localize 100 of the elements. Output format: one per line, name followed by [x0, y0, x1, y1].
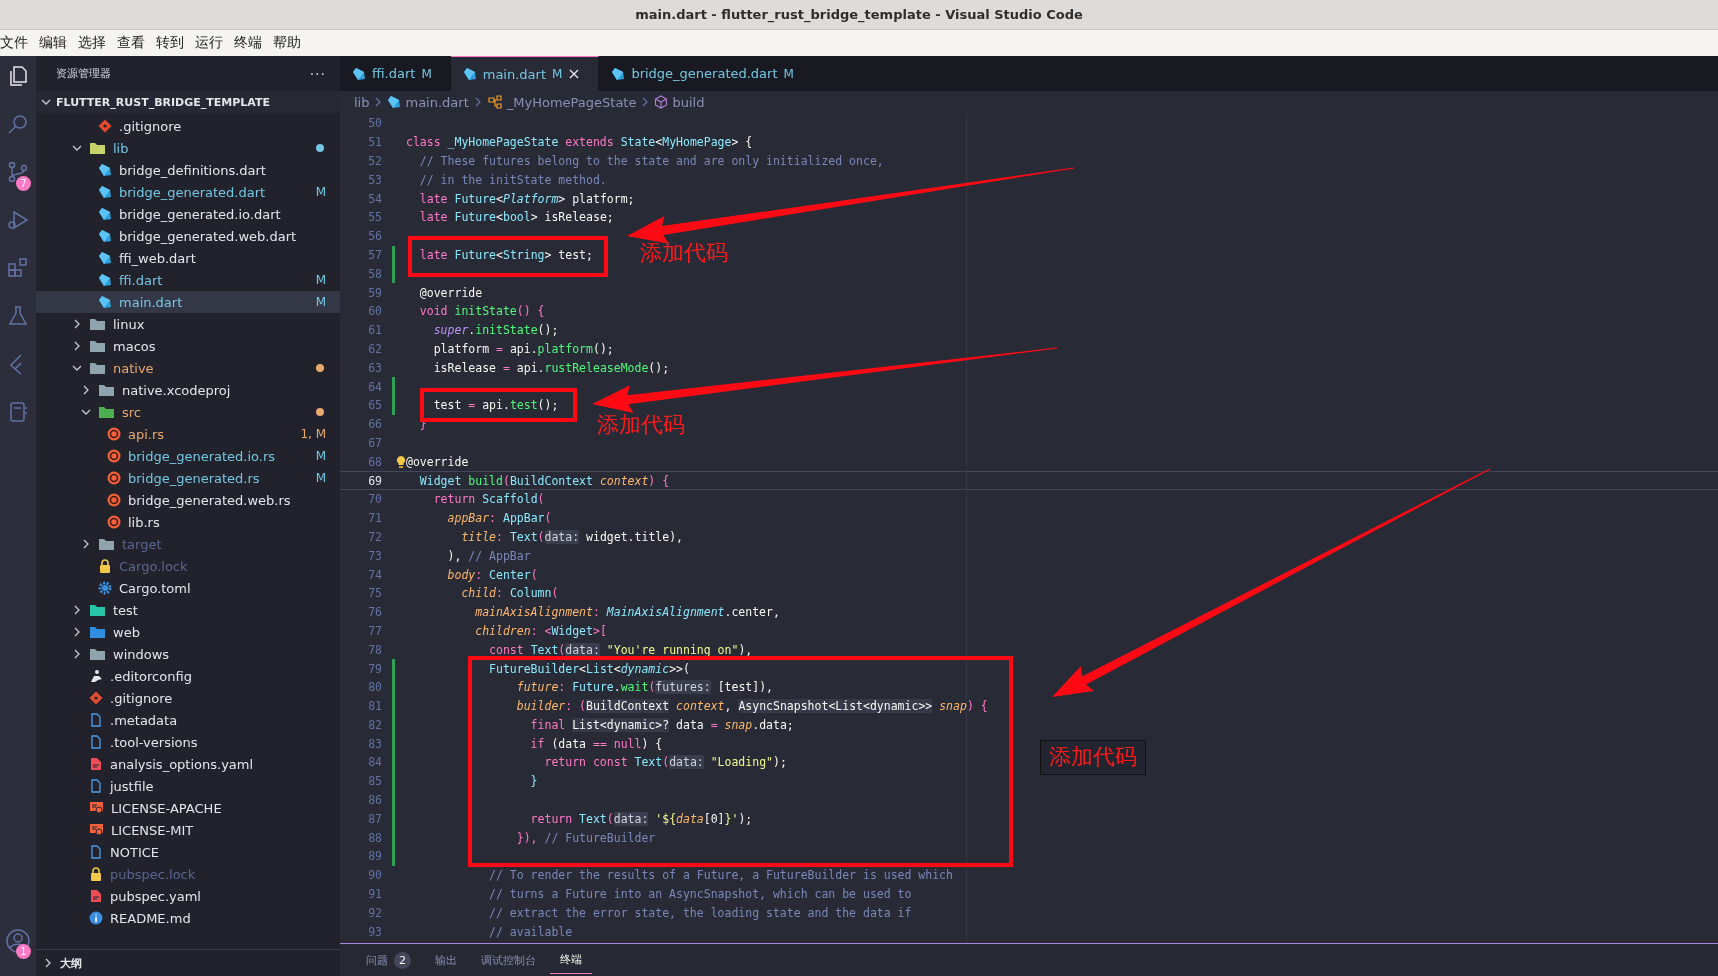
outline-section-header[interactable]: 大纲 [36, 949, 340, 976]
line-number: 83 [367, 736, 382, 751]
code-line: isRelease = api.rustReleaseMode(); [432, 360, 670, 375]
line-number: 53 [367, 172, 382, 187]
tree-item[interactable]: Cargo.toml [36, 577, 340, 599]
breadcrumb-item[interactable]: main.dart [387, 94, 469, 110]
folder-icon [89, 361, 106, 375]
tree-item[interactable]: test [36, 599, 340, 621]
tree-item[interactable]: NOTICE [36, 841, 340, 863]
menu-item[interactable]: 转到 [156, 34, 191, 52]
certificate-icon [89, 801, 104, 815]
file-icon [387, 95, 402, 109]
tree-item[interactable]: lib [36, 137, 340, 159]
config-icon [89, 669, 103, 683]
panel-tab[interactable]: 问题 2 [356, 945, 421, 975]
menu-item[interactable]: 文件 [0, 34, 35, 52]
tree-item[interactable]: .gitignore [36, 687, 340, 709]
line-number: 93 [367, 924, 382, 939]
tree-item[interactable]: bridge_generated.io.rs M [36, 445, 340, 467]
breadcrumb-item[interactable]: _MyHomePageState [486, 94, 637, 110]
folder-icon [89, 647, 106, 661]
folder-icon [89, 141, 106, 155]
line-number: 64 [367, 379, 382, 394]
file-icon [98, 251, 112, 265]
tree-item[interactable]: macos [36, 335, 340, 357]
document-icon [89, 779, 103, 793]
more-button[interactable]: ··· [309, 65, 326, 82]
tree-item[interactable]: analysis_options.yaml [36, 753, 340, 775]
breadcrumb-item[interactable]: lib [354, 94, 370, 110]
tree-item[interactable]: src [36, 401, 340, 423]
tree-item[interactable]: bridge_generated.rs M [36, 467, 340, 489]
tree-item[interactable]: web [36, 621, 340, 643]
folder-icon [98, 383, 115, 397]
editor-tab[interactable]: ffi.dart M [340, 56, 451, 91]
tree-item[interactable]: linux [36, 313, 340, 335]
editor-tab[interactable]: main.dart M [450, 56, 600, 91]
tree-item[interactable]: pubspec.yaml [36, 885, 340, 907]
breadcrumb-item[interactable]: build [654, 94, 705, 110]
code-line: appBar: AppBar( [446, 511, 552, 526]
panel-tab[interactable]: 终端 [550, 946, 592, 974]
tree-item[interactable]: .editorconfig [36, 665, 340, 687]
tree-item[interactable]: native.xcodeproj [36, 379, 340, 401]
menu-item[interactable]: 编辑 [39, 34, 74, 52]
tree-item[interactable]: .tool-versions [36, 731, 340, 753]
line-number: 67 [367, 435, 382, 450]
file-icon [462, 67, 477, 81]
line-number: 58 [367, 266, 382, 281]
search-icon[interactable] [6, 112, 30, 136]
tree-item[interactable]: LICENSE-APACHE [36, 797, 340, 819]
line-number: 54 [367, 191, 382, 206]
code-line: // turns a Future into an AsyncSnapshot, which can be used to [488, 887, 912, 902]
line-number: 70 [367, 492, 382, 507]
tree-item[interactable]: windows [36, 643, 340, 665]
line-number: 80 [367, 680, 382, 695]
flask-icon[interactable] [6, 304, 30, 328]
tree-item[interactable]: ffi.dart M [36, 269, 340, 291]
tree-item[interactable]: api.rs 1, M [36, 423, 340, 445]
diamond-icon [89, 691, 103, 705]
code-line: test = api.test(); [432, 398, 559, 413]
menu-item[interactable]: 终端 [234, 34, 269, 52]
tree-item[interactable]: native [36, 357, 340, 379]
editor-tab[interactable]: bridge_generated.dart M [599, 56, 813, 91]
tree-item[interactable]: bridge_generated.web.rs [36, 489, 340, 511]
menu-item[interactable]: 选择 [78, 34, 113, 52]
code-line: const Text(data: "You're running on"), [488, 642, 753, 657]
project-header[interactable]: FLUTTER_RUST_BRIDGE_TEMPLATE [36, 91, 340, 113]
tree-item[interactable]: ffi_web.dart [36, 247, 340, 269]
tree-item[interactable]: README.md [36, 907, 340, 929]
folder-icon [98, 537, 115, 551]
panel-tab[interactable]: 调试控制台 [471, 946, 546, 974]
tree-item[interactable]: main.dart M [36, 291, 340, 313]
annotation-label: 添加代码 [640, 239, 728, 267]
tree-item[interactable]: bridge_generated.web.dart [36, 225, 340, 247]
line-number: 79 [367, 661, 382, 676]
tree-item[interactable]: justfile [36, 775, 340, 797]
line-number: 75 [367, 586, 382, 601]
class-icon [486, 95, 503, 109]
tree-item[interactable]: bridge_generated.dart M [36, 181, 340, 203]
panel-tab[interactable]: 输出 [425, 946, 467, 974]
menu-item[interactable]: 帮助 [273, 34, 308, 52]
menu-item[interactable]: 查看 [117, 34, 152, 52]
code-line: title: Text(data: widget.title), [460, 529, 683, 544]
document-icon [89, 845, 103, 859]
tree-item[interactable]: .metadata [36, 709, 340, 731]
tree-item[interactable]: bridge_generated.io.dart [36, 203, 340, 225]
menu-item[interactable]: 运行 [195, 34, 230, 52]
code-line: late Future<bool> isRelease; [418, 210, 614, 225]
close-icon[interactable] [568, 68, 581, 80]
account-icon[interactable] [5, 928, 31, 954]
lightbulb-icon[interactable] [396, 454, 406, 469]
tree-item[interactable]: .gitignore [36, 115, 340, 137]
extensions-icon[interactable] [6, 256, 30, 280]
code-line: late Future<Platform> platform; [418, 191, 635, 206]
tree-item[interactable]: bridge_definitions.dart [36, 159, 340, 181]
folder-icon [89, 339, 106, 353]
tree-item[interactable]: lib.rs [36, 511, 340, 533]
line-number: 77 [367, 623, 382, 638]
tree-item[interactable]: LICENSE-MIT [36, 819, 340, 841]
run-icon[interactable] [6, 208, 30, 232]
file-icon [352, 66, 366, 81]
